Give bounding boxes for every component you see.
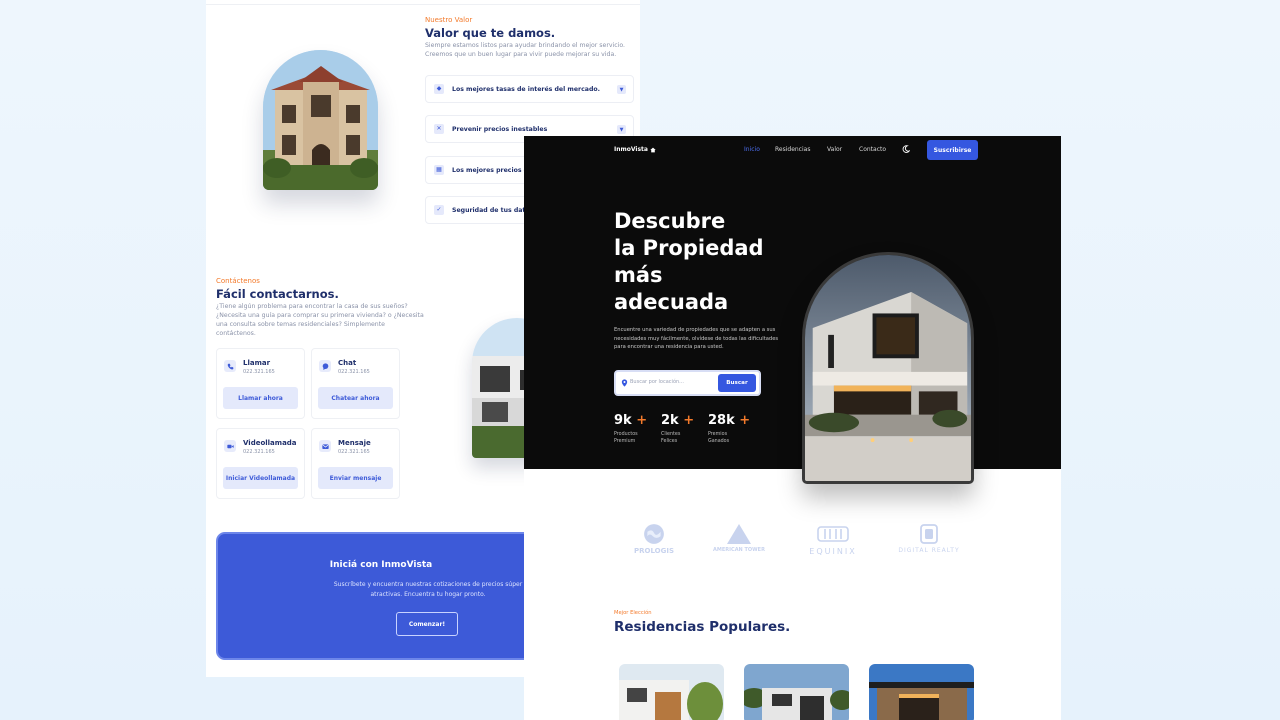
divider [206, 4, 640, 5]
stat-plus: + [683, 413, 695, 428]
chevron-down-icon[interactable]: ▼ [617, 125, 626, 134]
stat-label: Ganados [708, 439, 730, 444]
logo-text: InmoVista [614, 146, 648, 153]
contact-card-chat: Chat 022.321.165 Chatear ahora [311, 348, 400, 419]
stat-plus: + [739, 413, 751, 428]
call-now-button[interactable]: Llamar ahora [223, 387, 298, 409]
stat-awards: 28k + Premios Ganados [708, 413, 750, 445]
stat-label: Productos [614, 432, 638, 437]
subscribe-button[interactable]: Suscribirse [927, 140, 978, 160]
chevron-down-icon[interactable]: ▼ [617, 85, 626, 94]
contact-card-title: Videollamada [243, 439, 297, 447]
contact-card-number: 022.321.165 [338, 449, 370, 455]
contact-card-title: Mensaje [338, 439, 371, 447]
hero-section: InmoVista Inicio Residencias Valor Conta… [524, 136, 1061, 469]
front-page-preview: InmoVista Inicio Residencias Valor Conta… [524, 136, 1061, 720]
brand-american-tower: AMERICAN TOWER [696, 523, 782, 553]
brand-name: EQUINIX [809, 547, 857, 556]
hero-description: Encuentre una variedad de propiedades qu… [614, 327, 779, 350]
phone-icon [224, 360, 236, 372]
search-input[interactable]: Buscar por locación... [630, 379, 684, 385]
stat-number: 2k [661, 413, 679, 428]
residence-card[interactable] [744, 664, 849, 720]
contact-description: ¿Tiene algún problema para encontrar la … [216, 303, 424, 337]
stat-plus: + [636, 413, 648, 428]
stat-label: Felices [661, 439, 678, 444]
value-eyebrow: Nuestro Valor [425, 16, 473, 24]
stat-number: 9k [614, 413, 632, 428]
hero-title: Descubre la Propiedad más adecuada [614, 208, 794, 316]
stat-label: Clientes [661, 432, 681, 437]
equinix-icon [817, 526, 849, 542]
stat-label: Premios [708, 432, 728, 437]
popular-eyebrow: Mejor Elección [614, 610, 652, 616]
check-square-icon: ✓ [434, 205, 444, 215]
nav-link-contacto[interactable]: Contacto [859, 146, 886, 153]
cta-banner: Iniciá con InmoVista Suscríbete y encuen… [216, 532, 546, 660]
contact-card-call: Llamar 022.321.165 Llamar ahora [216, 348, 305, 419]
accordion-item-rates[interactable]: ◆ Los mejores tasas de interés del merca… [425, 75, 634, 103]
stat-clients: 2k + Clientes Felices [661, 413, 694, 445]
shield-icon: ◆ [434, 84, 444, 94]
residence-card[interactable] [869, 664, 974, 720]
start-button[interactable]: Comenzar! [396, 612, 458, 636]
location-pin-icon [621, 379, 628, 387]
stat-products: 9k + Productos Premium [614, 413, 647, 445]
brand-digital-realty: DIGITAL REALTY [886, 523, 972, 554]
contact-card-title: Chat [338, 359, 357, 367]
villa-image [263, 50, 378, 190]
moon-icon[interactable] [902, 145, 910, 153]
search-button[interactable]: Buscar [718, 374, 756, 392]
cta-title: Iniciá con InmoVista [329, 560, 433, 570]
popular-title: Residencias Populares. [614, 619, 791, 635]
accordion-label: Los mejores tasas de interés del mercado… [452, 85, 600, 93]
contact-card-number: 022.321.165 [243, 369, 275, 375]
nav-link-valor[interactable]: Valor [827, 146, 842, 153]
tower-icon [727, 524, 751, 544]
brand-name: PROLOGIS [633, 547, 675, 555]
hero-title-line: adecuada [614, 290, 729, 314]
digital-realty-icon [920, 524, 938, 544]
contact-eyebrow: Contáctenos [216, 277, 260, 285]
brand-prologis: PROLOGIS [619, 523, 689, 555]
contact-card-number: 022.321.165 [338, 369, 370, 375]
stat-number: 28k [708, 413, 735, 428]
contact-title: Fácil contactarnos. [216, 287, 339, 301]
chart-icon: ▦ [434, 165, 444, 175]
send-message-button[interactable]: Enviar mensaje [318, 467, 393, 489]
start-video-call-button[interactable]: Iniciar Videollamada [223, 467, 298, 489]
residence-card[interactable] [619, 664, 724, 720]
accordion-label: Los mejores precios del [452, 166, 535, 174]
contact-card-message: Mensaje 022.321.165 Enviar mensaje [311, 428, 400, 499]
hero-house-image [802, 252, 974, 484]
chat-icon [319, 360, 331, 372]
search-bar: Buscar por locación... Buscar [614, 370, 761, 396]
chat-now-button[interactable]: Chatear ahora [318, 387, 393, 409]
nav-link-residencias[interactable]: Residencias [775, 146, 810, 153]
value-title: Valor que te damos. [425, 26, 556, 40]
mail-icon [319, 440, 331, 452]
logo[interactable]: InmoVista [614, 146, 656, 153]
contact-card-title: Llamar [243, 359, 271, 367]
cta-text: Suscríbete y encuentra nuestras cotizaci… [333, 581, 523, 598]
hero-title-line: la Propiedad [614, 236, 764, 260]
home-icon [650, 147, 656, 152]
accordion-label: Prevenir precios inestables [452, 125, 548, 133]
nav-link-inicio[interactable]: Inicio [744, 146, 760, 153]
brand-name: DIGITAL REALTY [898, 547, 960, 554]
hero-title-line: Descubre [614, 209, 726, 233]
brand-equinix: EQUINIX [794, 523, 872, 556]
contact-card-video: Videollamada 022.321.165 Iniciar Videoll… [216, 428, 305, 499]
value-description: Siempre estamos listos para ayudar brind… [425, 42, 626, 58]
video-icon [224, 440, 236, 452]
accordion-label: Seguridad de tus datos [452, 206, 534, 214]
globe-icon [644, 524, 664, 544]
x-square-icon: ✕ [434, 124, 444, 134]
partner-logos: PROLOGIS AMERICAN TOWER EQUINIX DIGITAL … [524, 523, 1061, 563]
hero-title-line: más [614, 263, 663, 287]
contact-card-number: 022.321.165 [243, 449, 275, 455]
brand-name: AMERICAN TOWER [713, 547, 765, 553]
stat-label: Premium [614, 439, 636, 444]
